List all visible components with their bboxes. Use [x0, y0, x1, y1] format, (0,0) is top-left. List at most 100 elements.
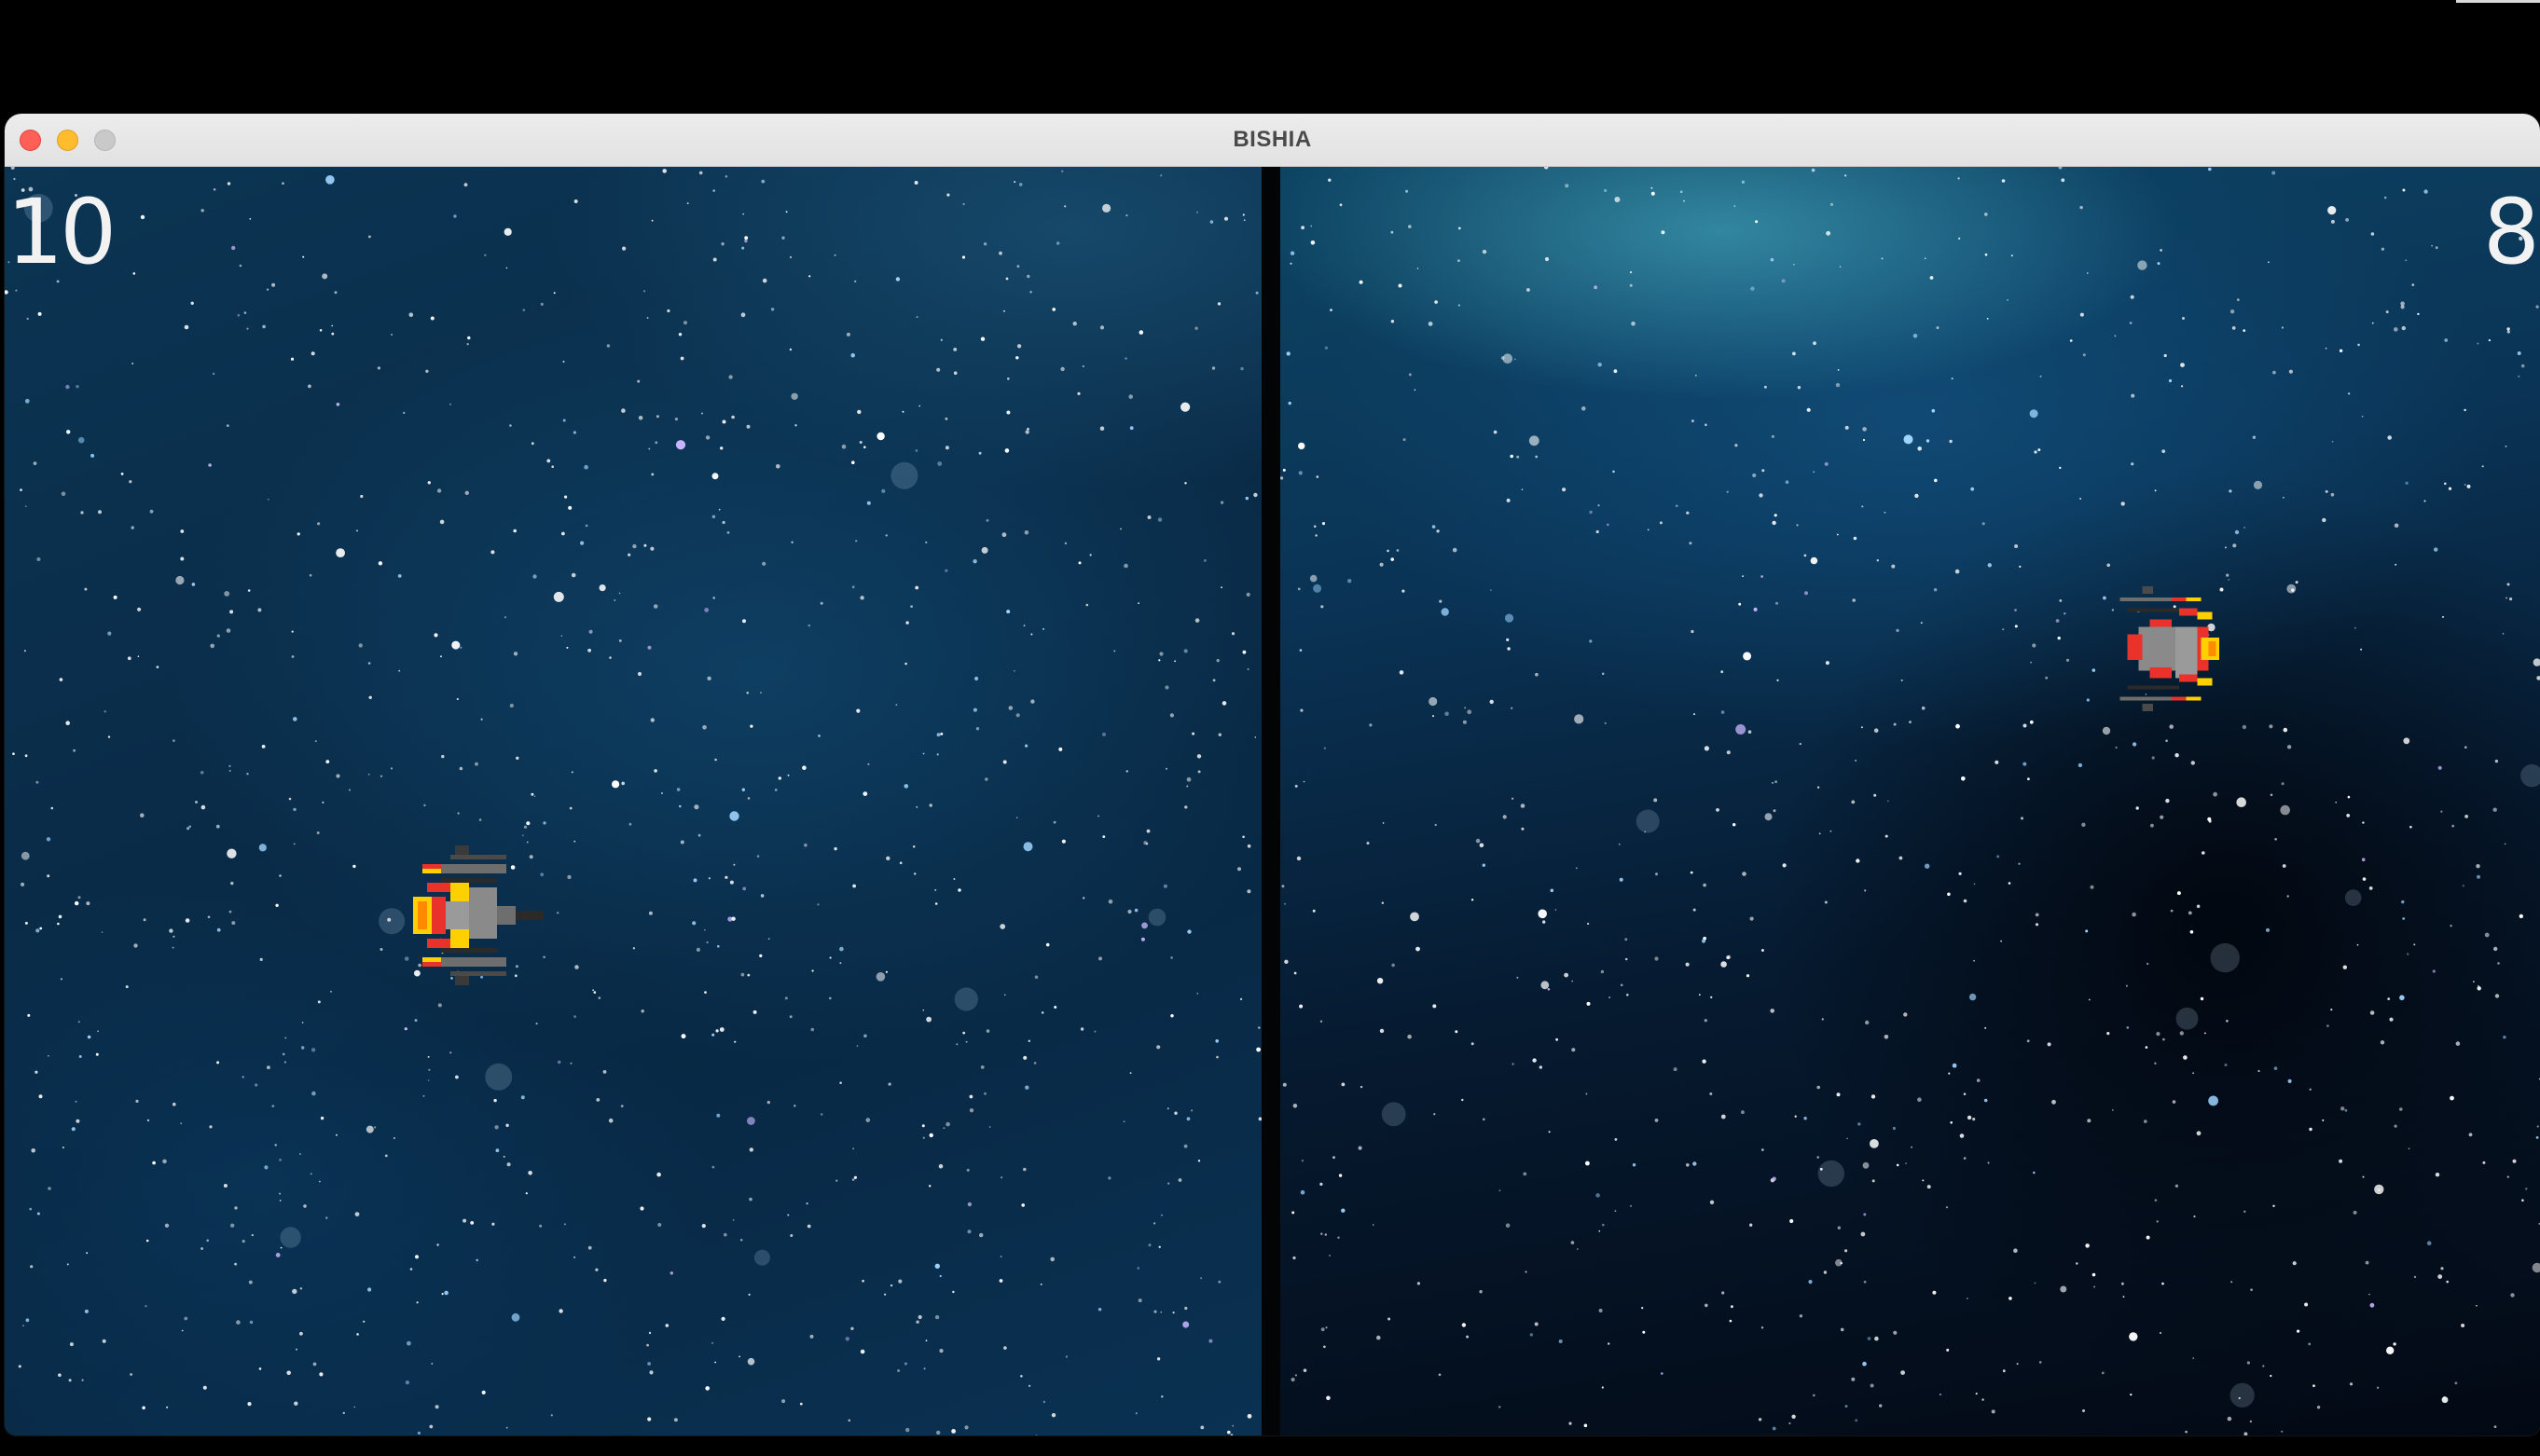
star	[953, 878, 956, 880]
star	[293, 843, 296, 845]
star	[1840, 1327, 1844, 1332]
star	[564, 495, 568, 499]
star	[2272, 370, 2276, 375]
star	[2503, 1036, 2506, 1039]
star	[1516, 455, 1520, 459]
star	[1330, 309, 1332, 311]
star	[2400, 301, 2405, 306]
star	[2130, 295, 2134, 299]
star	[2360, 648, 2363, 651]
star	[562, 419, 566, 422]
star	[1021, 1203, 1025, 1207]
star	[1773, 809, 1776, 813]
star	[1030, 699, 1035, 704]
star	[2440, 1267, 2444, 1271]
maximize-icon[interactable]	[94, 130, 116, 151]
star	[2510, 1293, 2515, 1298]
star	[242, 1240, 245, 1243]
star	[275, 1253, 281, 1257]
game-canvas[interactable]: 10 8	[5, 167, 2540, 1435]
star	[314, 740, 317, 743]
star	[863, 1034, 867, 1038]
star	[1221, 586, 1222, 589]
star	[860, 1349, 865, 1354]
star	[368, 235, 371, 239]
star	[1408, 225, 1412, 228]
star	[553, 292, 556, 295]
star	[231, 245, 236, 251]
star	[1955, 723, 1960, 729]
star	[37, 311, 42, 316]
star	[648, 1331, 652, 1335]
star	[207, 915, 211, 919]
star	[925, 541, 928, 543]
star	[1654, 956, 1659, 961]
star	[2519, 913, 2523, 919]
star	[1467, 709, 1472, 715]
star	[969, 1108, 974, 1113]
star	[2057, 636, 2061, 640]
star	[200, 771, 204, 775]
star	[725, 875, 728, 879]
star	[2494, 759, 2499, 763]
star	[1462, 720, 1467, 724]
star	[1098, 956, 1102, 961]
star	[1921, 706, 1926, 710]
star	[1184, 482, 1187, 485]
star	[1000, 924, 1006, 929]
star	[200, 209, 204, 213]
star	[1183, 649, 1188, 653]
star	[1929, 276, 1934, 280]
star	[670, 1271, 673, 1275]
star	[2504, 843, 2506, 845]
star	[2200, 996, 2204, 1001]
star	[533, 795, 536, 798]
window-titlebar[interactable]: BISHIA	[5, 114, 2540, 167]
star	[1839, 266, 1842, 268]
star	[237, 313, 241, 317]
star	[1867, 1337, 1871, 1340]
star	[156, 666, 159, 668]
star	[1182, 1321, 1190, 1328]
star	[1366, 842, 1370, 845]
close-icon[interactable]	[20, 130, 41, 151]
star	[38, 1094, 43, 1099]
star	[1818, 832, 1821, 835]
star	[425, 369, 429, 373]
screen: BISHIA 10 8	[0, 0, 2540, 1456]
star	[540, 302, 544, 306]
star	[1963, 899, 1967, 903]
star	[1976, 1078, 1981, 1082]
star	[1161, 1395, 1164, 1398]
star	[48, 1187, 51, 1190]
star	[173, 935, 175, 938]
star	[25, 1318, 30, 1323]
star	[457, 812, 460, 815]
star	[2481, 465, 2484, 468]
star	[143, 918, 146, 922]
star	[2377, 1386, 2380, 1389]
star	[495, 1148, 500, 1153]
star	[2417, 312, 2420, 316]
star	[30, 1265, 34, 1269]
star	[913, 845, 916, 848]
star	[1785, 480, 1789, 484]
star	[2292, 1261, 2297, 1266]
star	[603, 1278, 607, 1283]
star	[1432, 1004, 1437, 1009]
star	[2157, 262, 2160, 266]
star	[2435, 246, 2438, 250]
star	[1749, 916, 1754, 921]
star	[850, 1326, 854, 1331]
star	[2007, 298, 2009, 301]
star	[808, 275, 811, 278]
star	[1282, 1082, 1287, 1087]
star	[1489, 699, 1494, 705]
star	[363, 1320, 366, 1323]
star	[349, 789, 351, 791]
star	[2280, 804, 2290, 816]
minimize-icon[interactable]	[57, 130, 78, 151]
star	[2325, 489, 2328, 493]
star	[1415, 946, 1420, 952]
star	[1738, 602, 1742, 606]
